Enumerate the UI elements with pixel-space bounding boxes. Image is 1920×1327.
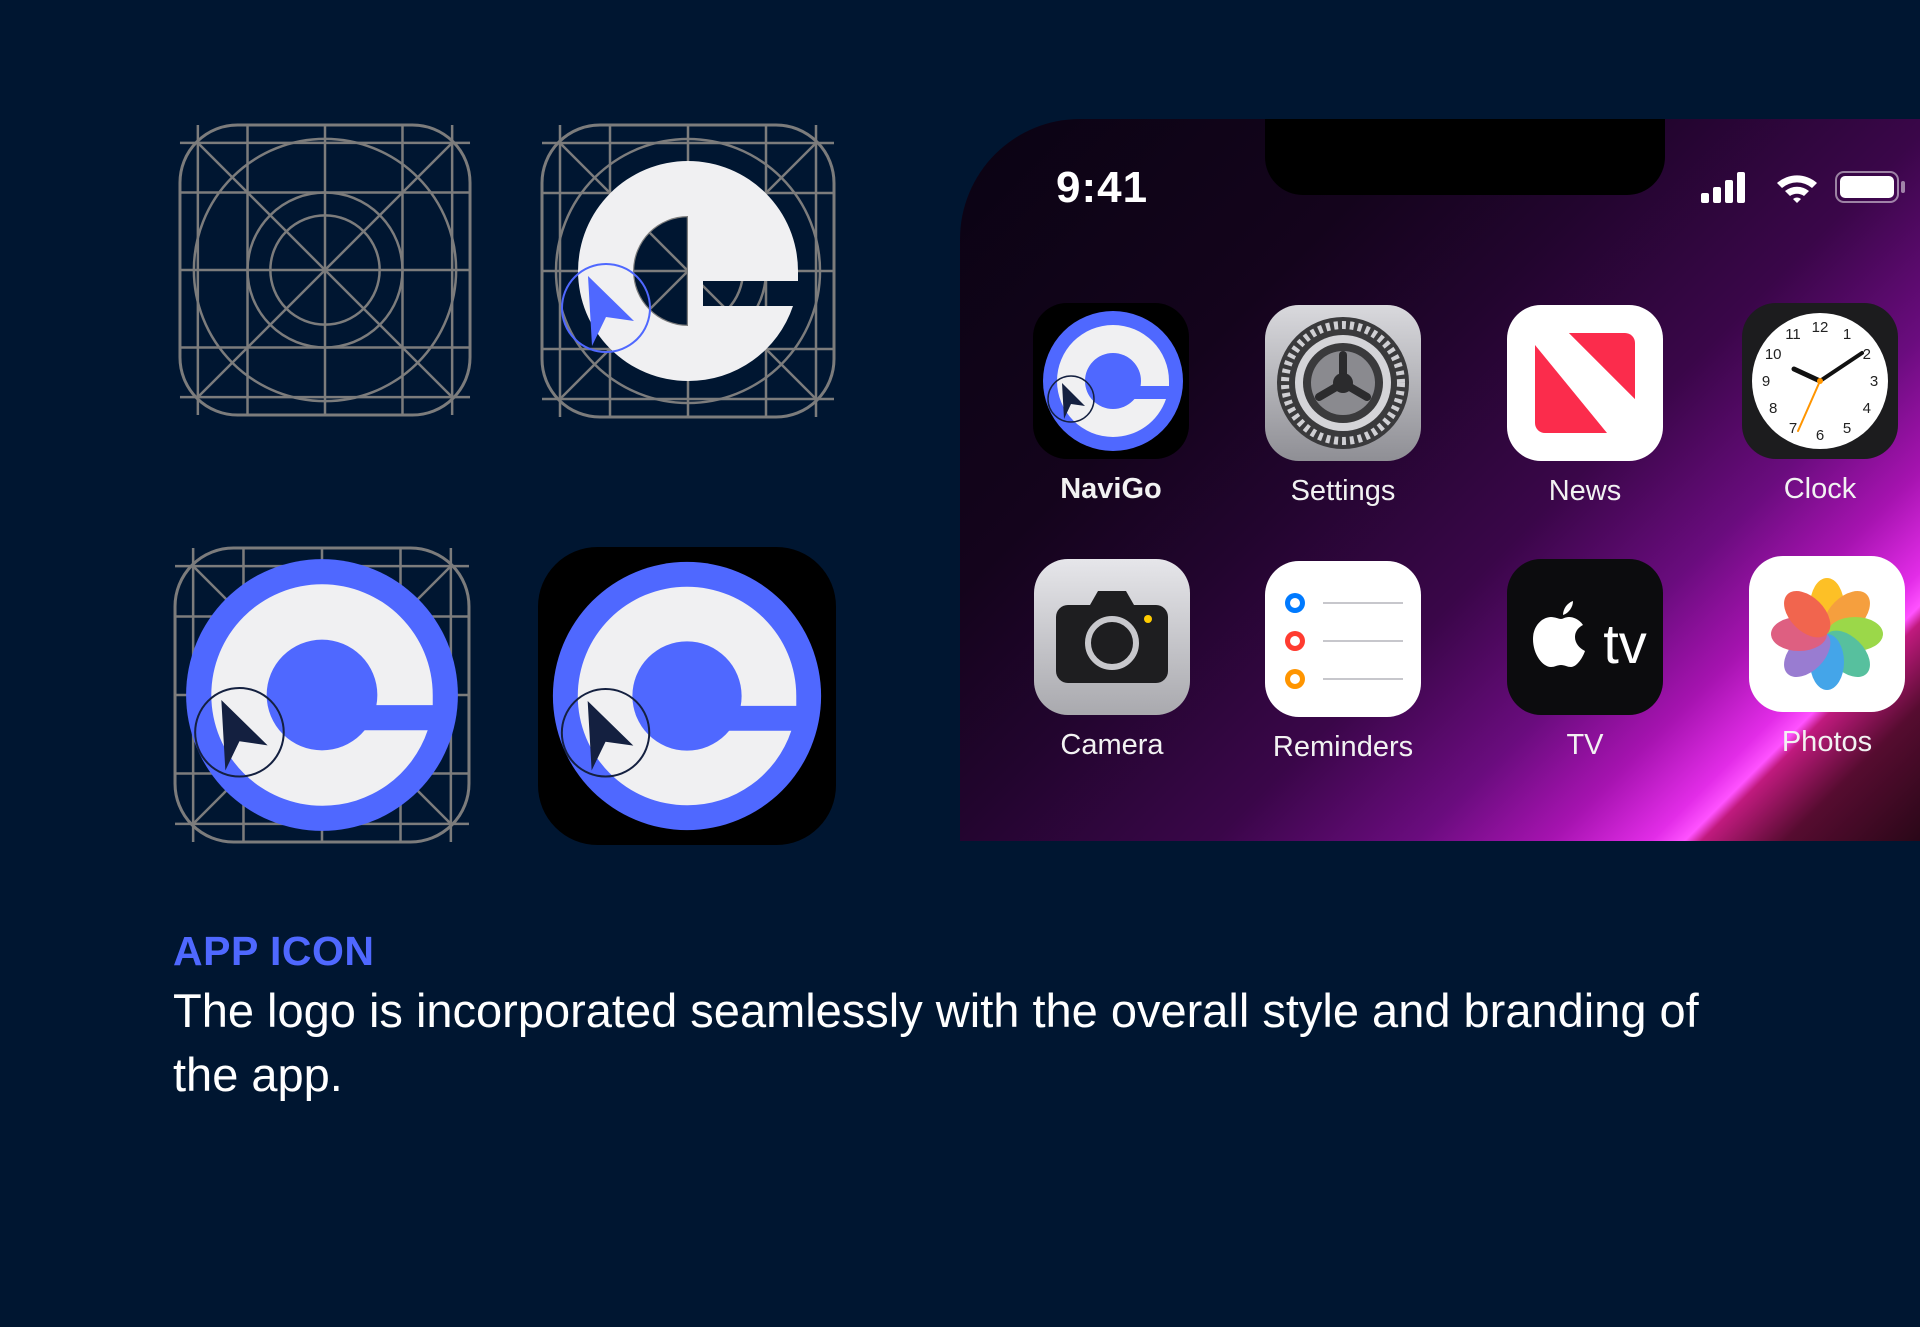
app-photos[interactable]: Photos — [1742, 556, 1912, 759]
reminders-icon — [1265, 561, 1421, 717]
clock-number: 6 — [1816, 427, 1824, 444]
app-label: Clock — [1783, 473, 1857, 505]
app-label: News — [1548, 475, 1622, 507]
clock-number: 7 — [1789, 420, 1797, 437]
icon-construction — [538, 121, 838, 421]
news-icon — [1507, 305, 1663, 461]
navigo-app-icon — [538, 547, 836, 845]
tv-wordmark: tv — [1603, 612, 1647, 675]
battery-icon — [1835, 171, 1905, 203]
app-label: NaviGo — [1060, 473, 1162, 505]
signal-icon — [1701, 172, 1745, 203]
app-reminders[interactable]: Reminders — [1258, 561, 1428, 764]
icon-final — [537, 547, 837, 845]
camera-icon — [1034, 559, 1190, 715]
app-label: Photos — [1781, 726, 1873, 758]
app-navigo[interactable]: NaviGo — [1026, 303, 1196, 506]
gear-icon — [1265, 305, 1421, 461]
app-news[interactable]: News — [1500, 305, 1670, 508]
phone-notch — [1265, 119, 1665, 195]
app-label: Reminders — [1272, 731, 1414, 763]
app-label: Settings — [1290, 475, 1396, 507]
app-camera[interactable]: Camera — [1027, 559, 1197, 762]
app-label: TV — [1566, 729, 1604, 761]
app-tv[interactable]: tv TV — [1500, 559, 1670, 762]
apple-tv-icon: tv — [1507, 559, 1663, 715]
clock-number: 1 — [1843, 326, 1851, 343]
caption: APP ICON The logo is incorporated seamle… — [173, 928, 1773, 1107]
clock-number: 9 — [1762, 373, 1770, 390]
navigo-logo-on-grid-icon — [173, 546, 471, 844]
navigo-logo-construction-icon — [540, 123, 836, 419]
clock-number: 5 — [1843, 420, 1851, 437]
clock-number: 12 — [1812, 319, 1829, 336]
icon-filled-on-grid — [171, 544, 473, 846]
app-settings[interactable]: Settings — [1258, 305, 1428, 508]
clock-number: 11 — [1785, 326, 1801, 343]
caption-body: The logo is incorporated seamlessly with… — [173, 984, 1699, 1101]
clock-number: 8 — [1769, 400, 1777, 417]
clock-number: 3 — [1870, 373, 1878, 390]
ios-icon-grid-icon — [178, 123, 472, 417]
photos-icon — [1749, 556, 1905, 712]
status-bar-icons — [1701, 171, 1905, 203]
clock-number: 4 — [1863, 400, 1871, 417]
icon-grid-template — [176, 121, 474, 419]
status-time: 9:41 — [1056, 163, 1149, 212]
clock-number: 10 — [1765, 346, 1782, 363]
app-clock[interactable]: 12 1 2 3 4 5 6 7 8 9 10 11 Clock — [1735, 303, 1905, 506]
navigo-icon — [1033, 303, 1189, 459]
clock-icon: 12 1 2 3 4 5 6 7 8 9 10 11 — [1742, 303, 1898, 459]
phone-home-screen: 9:41 NaviGo Settings News 12 1 2 3 4 5 6… — [960, 119, 1920, 841]
app-label: Camera — [1060, 729, 1164, 761]
caption-title: APP ICON — [173, 928, 375, 974]
clock-number: 2 — [1863, 346, 1871, 363]
wifi-icon — [1777, 175, 1817, 203]
